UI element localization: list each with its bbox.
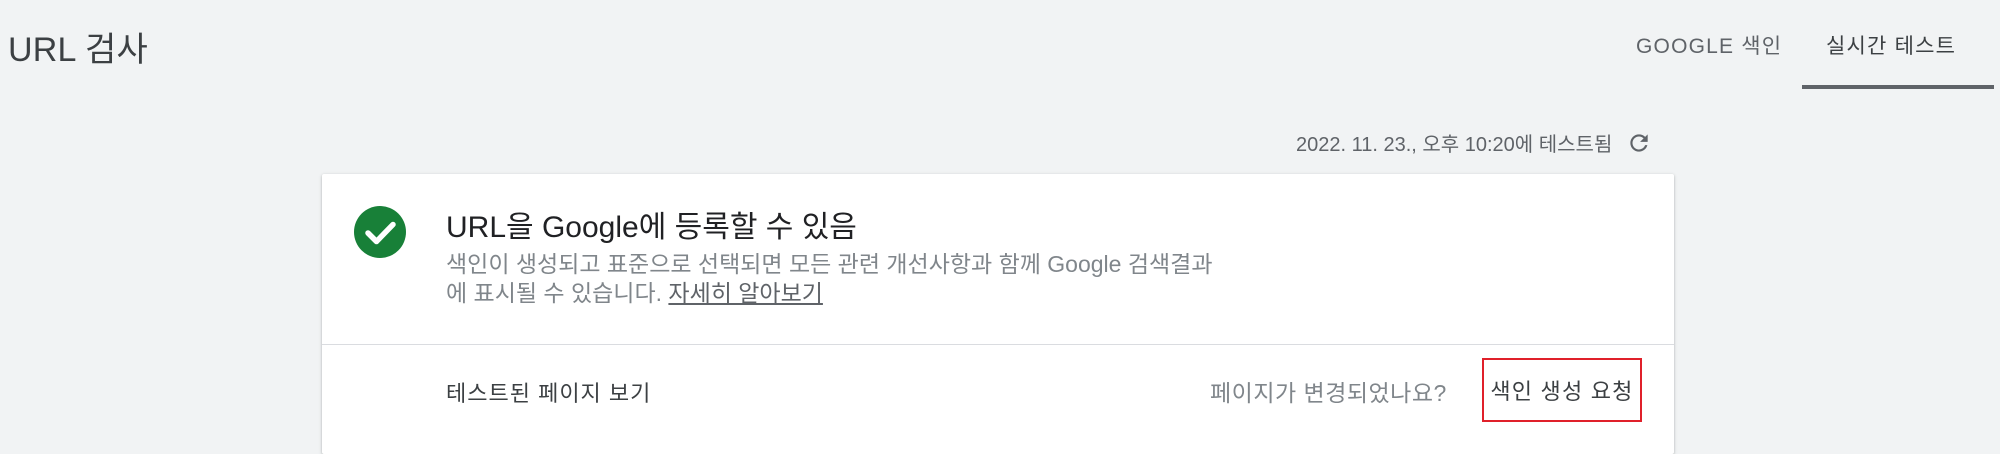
page-changed-question: 페이지가 변경되었나요? [1210,380,1447,406]
view-tested-page-button[interactable]: 테스트된 페이지 보기 [446,376,651,408]
tested-status: 2022. 11. 23., 오후 10:20에 테스트됨 [1296,128,1652,157]
active-tab-indicator [1802,85,1994,89]
request-indexing-button[interactable]: 색인 생성 요청 [1482,358,1642,422]
page-title: URL 검사 [8,31,148,69]
tab-live-test[interactable]: 실시간 테스트 [1826,30,1956,60]
result-card: URL을 Google에 등록할 수 있음 색인이 생성되고 표준으로 선택되면… [322,174,1674,454]
check-circle-icon [354,206,406,258]
description-line1: 색인이 생성되고 표준으로 선택되면 모든 관련 개선사항과 함께 Google… [446,251,1213,277]
result-description: 색인이 생성되고 표준으로 선택되면 모든 관련 개선사항과 함께 Google… [446,250,1306,308]
learn-more-link[interactable]: 자세히 알아보기 [668,280,823,306]
description-line2: 에 표시될 수 있습니다. [446,280,669,306]
refresh-icon[interactable] [1626,130,1652,156]
divider [322,344,1674,345]
result-title: URL을 Google에 등록할 수 있음 [446,211,857,244]
tested-timestamp: 2022. 11. 23., 오후 10:20에 테스트됨 [1296,134,1613,156]
tab-google-index[interactable]: GOOGLE 색인 [1636,30,1782,60]
